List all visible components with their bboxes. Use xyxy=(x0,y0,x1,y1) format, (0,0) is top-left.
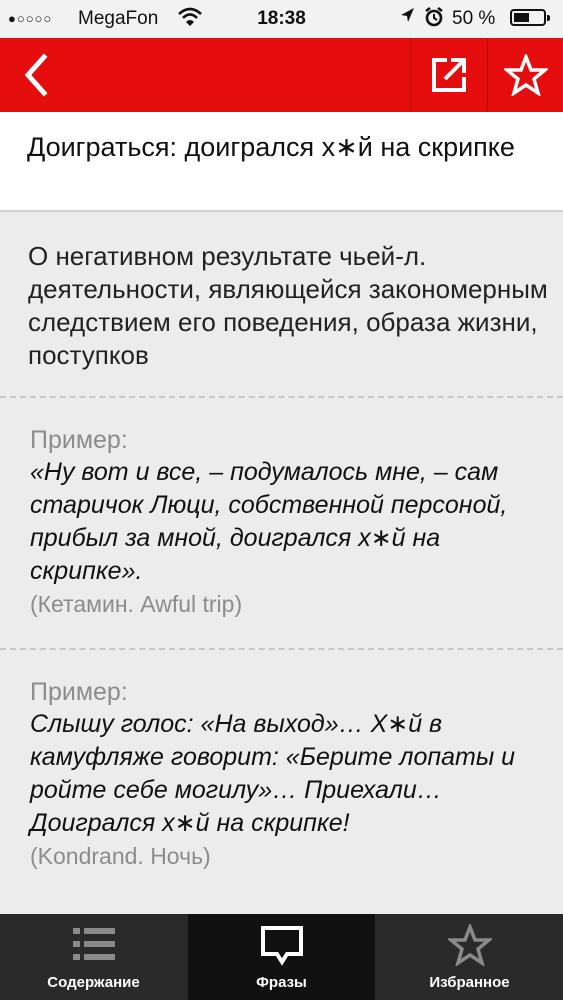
navigation-bar xyxy=(0,38,563,112)
share-icon xyxy=(432,58,466,92)
status-bar: ●○○○○ MegaFon 18:38 50 % xyxy=(0,0,563,38)
tab-bar: Содержание Фразы Избранное xyxy=(0,914,563,1000)
example-quote: Слышу голос: «На выход»… Х∗й в камуфляже… xyxy=(30,710,516,837)
entry-header: Доиграться: доигрался х∗й на скрипке xyxy=(0,112,563,212)
tab-phrases[interactable]: Фразы xyxy=(188,914,375,1000)
tab-contents[interactable]: Содержание xyxy=(0,914,187,1000)
tab-label: Содержание xyxy=(47,974,140,991)
entry-title: Доиграться: доигрался х∗й на скрипке xyxy=(27,132,515,162)
divider xyxy=(0,396,563,398)
back-button[interactable] xyxy=(0,38,74,112)
tab-label: Избранное xyxy=(429,974,510,991)
chevron-left-icon xyxy=(24,53,48,97)
example-label: Пример: xyxy=(30,426,128,454)
location-arrow-icon xyxy=(398,5,416,33)
example-quote: «Ну вот и все, – подумалось мне, – сам с… xyxy=(30,458,508,585)
list-icon xyxy=(72,928,115,960)
battery-icon xyxy=(510,9,550,26)
example-source: (Kondrand. Ночь) xyxy=(30,843,211,869)
alarm-icon xyxy=(423,5,445,35)
favorite-button[interactable] xyxy=(487,38,563,112)
tab-label: Фразы xyxy=(256,974,307,991)
example-source: (Кетамин. Awful trip) xyxy=(30,591,243,617)
tab-favorites[interactable]: Избранное xyxy=(376,914,563,1000)
example-label: Пример: xyxy=(30,678,128,706)
entry-definition: О негативном результате чьей-л. деятельн… xyxy=(28,241,548,370)
battery-percentage: 50 % xyxy=(452,8,496,29)
divider xyxy=(0,648,563,650)
star-icon xyxy=(504,54,548,96)
example-block: Пример: «Ну вот и все, – подумалось мне,… xyxy=(30,424,550,620)
star-icon xyxy=(447,924,492,966)
share-button[interactable] xyxy=(410,38,487,112)
speech-bubble-icon xyxy=(260,926,303,966)
example-block: Пример: Слышу голос: «На выход»… Х∗й в к… xyxy=(30,676,550,872)
